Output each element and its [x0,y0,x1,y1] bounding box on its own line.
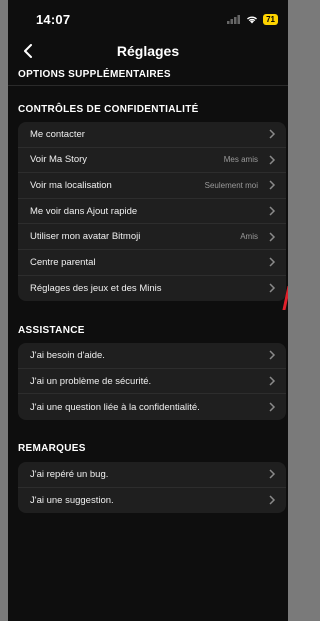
battery-icon: 71 [263,13,278,25]
row-view-my-story[interactable]: Voir Ma Story Mes amis [18,148,286,174]
row-spotted-bug[interactable]: J'ai repéré un bug. [18,462,286,488]
row-label: J'ai une question liée à la confidential… [30,401,200,413]
row-bitmoji-avatar[interactable]: Utiliser mon avatar Bitmoji Amis [18,224,286,250]
section-header-extra-options[interactable]: OPTIONS SUPPLÉMENTAIRES [8,64,288,86]
privacy-card: Me contacter Voir Ma Story Mes amis Voir… [18,122,286,302]
row-privacy-question[interactable]: J'ai une question liée à la confidential… [18,394,286,420]
chevron-right-icon [269,129,276,139]
feedback-card: J'ai repéré un bug. J'ai une suggestion. [18,461,286,514]
chevron-right-icon [269,376,276,386]
chevron-right-icon [269,469,276,479]
chevron-right-icon [269,232,276,242]
chevron-right-icon [269,155,276,165]
row-family-center[interactable]: Centre parental [18,250,286,276]
row-label: Utiliser mon avatar Bitmoji [30,231,141,243]
chevron-right-icon [269,283,276,293]
nav-bar: Réglages [8,38,288,64]
row-value: Mes amis [223,155,258,165]
chevron-right-icon [269,257,276,267]
chevron-right-icon [269,180,276,191]
row-label: Réglages des jeux et des Minis [30,282,162,294]
status-time: 14:07 [36,11,71,27]
row-suggestion[interactable]: J'ai une suggestion. [18,488,286,514]
row-label: J'ai besoin d'aide. [30,349,105,361]
row-games-minis-settings[interactable]: Réglages des jeux et des Minis [18,276,286,302]
row-contact-me[interactable]: Me contacter [18,122,286,148]
row-value: Seulement moi [204,180,258,190]
chevron-right-icon [269,206,276,216]
signal-icon [227,14,241,24]
status-icons: 71 [227,13,278,25]
row-label: Me voir dans Ajout rapide [30,205,138,217]
row-label: Voir ma localisation [30,179,112,191]
row-view-location[interactable]: Voir ma localisation Seulement moi [18,173,286,199]
chevron-right-icon [269,350,276,360]
row-label: Me contacter [30,128,85,140]
chevron-left-icon [24,44,32,58]
wifi-icon [247,16,258,23]
row-quick-add[interactable]: Me voir dans Ajout rapide [18,199,286,225]
page-title: Réglages [116,43,180,59]
back-button[interactable] [18,41,38,61]
settings-screen: 14:07 71 Réglages OPTIONS SUPPLÉMENTAIRE… [8,0,288,621]
support-card: J'ai besoin d'aide. J'ai un problème de … [18,343,286,420]
row-label: J'ai une suggestion. [30,494,114,506]
section-header-privacy: CONTRÔLES DE CONFIDENTIALITÉ [18,103,199,115]
status-bar: 14:07 71 [8,0,288,38]
row-label: J'ai repéré un bug. [30,468,109,480]
row-need-help[interactable]: J'ai besoin d'aide. [18,343,286,369]
chevron-right-icon [269,402,276,412]
chevron-right-icon [269,495,276,505]
row-label: Voir Ma Story [30,154,88,166]
section-header-support: ASSISTANCE [18,324,85,336]
row-label: J'ai un problème de sécurité. [30,375,152,387]
row-label: Centre parental [30,256,96,268]
row-safety-concern[interactable]: J'ai un problème de sécurité. [18,369,286,395]
row-value: Amis [240,232,258,242]
section-header-feedback: REMARQUES [18,443,86,455]
